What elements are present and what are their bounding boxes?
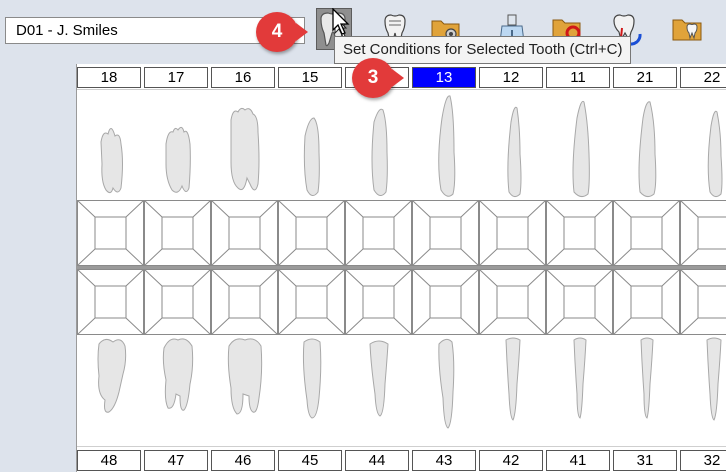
tooth-number-48[interactable]: 48 xyxy=(77,450,141,471)
tooth-number-22[interactable]: 22 xyxy=(680,67,726,88)
tooth-surface-42[interactable] xyxy=(479,269,546,335)
lower-surface-grid xyxy=(77,269,726,335)
tooth-17[interactable] xyxy=(144,92,211,200)
folder-tooth-icon xyxy=(672,19,702,41)
provider-dropdown-value: D01 - J. Smiles xyxy=(16,22,118,39)
tooth-surface-17[interactable] xyxy=(144,200,211,266)
molar-icon xyxy=(99,128,123,194)
tooth-number-47[interactable]: 47 xyxy=(144,450,208,471)
tooth-16[interactable] xyxy=(211,92,278,200)
tooth-number-31[interactable]: 31 xyxy=(613,450,677,471)
tooth-number-16[interactable]: 16 xyxy=(211,67,275,88)
tooth-46[interactable] xyxy=(211,336,278,444)
folder-tooth-button[interactable] xyxy=(670,8,706,50)
tooth-number-13[interactable]: 13 xyxy=(412,67,476,88)
canine-icon xyxy=(437,338,454,429)
tooth-surface-12[interactable] xyxy=(479,200,546,266)
molar-icon xyxy=(230,107,259,191)
tooth-number-42[interactable]: 42 xyxy=(479,450,543,471)
tooth-11[interactable] xyxy=(546,92,613,200)
tooth-surface-16[interactable] xyxy=(211,200,278,266)
tooth-41[interactable] xyxy=(546,336,613,444)
divider xyxy=(77,89,726,90)
premolar-icon xyxy=(302,338,321,419)
tooth-surface-45[interactable] xyxy=(278,269,345,335)
tooth-number-45[interactable]: 45 xyxy=(278,450,342,471)
callout-pointer xyxy=(392,69,404,87)
tooth-surface-14[interactable] xyxy=(345,200,412,266)
tooth-surface-22[interactable] xyxy=(680,200,726,266)
incisor-icon xyxy=(572,100,590,198)
tooth-14[interactable] xyxy=(345,92,412,200)
tooth-number-17[interactable]: 17 xyxy=(144,67,208,88)
tooth-45[interactable] xyxy=(278,336,345,444)
incisor-icon xyxy=(638,101,656,198)
tooth-number-44[interactable]: 44 xyxy=(345,450,409,471)
tooth-number-32[interactable]: 32 xyxy=(680,450,726,471)
tooth-surface-31[interactable] xyxy=(613,269,680,335)
tooth-surface-21[interactable] xyxy=(613,200,680,266)
premolar-icon xyxy=(303,117,320,196)
step-callout-4: 4 xyxy=(256,12,308,52)
tooth-43[interactable] xyxy=(412,336,479,444)
tooth-surface-15[interactable] xyxy=(278,200,345,266)
tooth-number-15[interactable]: 15 xyxy=(278,67,342,88)
molar-icon xyxy=(97,338,126,413)
tooth-32[interactable] xyxy=(680,336,726,444)
tooth-surface-47[interactable] xyxy=(144,269,211,335)
molar-icon xyxy=(165,126,191,193)
tooth-15[interactable] xyxy=(278,92,345,200)
upper-surface-grid xyxy=(77,200,726,266)
tooth-42[interactable] xyxy=(479,336,546,444)
tooth-surface-43[interactable] xyxy=(412,269,479,335)
tooth-surface-44[interactable] xyxy=(345,269,412,335)
tooth-21[interactable] xyxy=(613,92,680,200)
step-callout-3: 3 xyxy=(352,58,404,98)
tooth-surface-32[interactable] xyxy=(680,269,726,335)
tooth-chart: 18 17 16 15 14 13 12 11 21 22 xyxy=(76,64,726,472)
tooth-surface-46[interactable] xyxy=(211,269,278,335)
tooth-number-11[interactable]: 11 xyxy=(546,67,610,88)
tooth-number-18[interactable]: 18 xyxy=(77,67,141,88)
incisor-icon xyxy=(572,337,587,419)
incisor-icon xyxy=(506,106,521,198)
incisor-icon xyxy=(707,110,722,198)
incisor-icon xyxy=(639,337,654,419)
callout-label: 4 xyxy=(271,21,283,42)
incisor-icon xyxy=(504,337,521,421)
tooth-47[interactable] xyxy=(144,336,211,444)
tooth-number-12[interactable]: 12 xyxy=(479,67,543,88)
tooth-surface-41[interactable] xyxy=(546,269,613,335)
canine-icon xyxy=(437,95,455,197)
tooth-surface-48[interactable] xyxy=(77,269,144,335)
cursor-arrow-icon xyxy=(332,8,350,35)
tooth-31[interactable] xyxy=(613,336,680,444)
callout-pointer xyxy=(296,23,308,41)
incisor-icon xyxy=(705,337,722,421)
tooth-surface-13[interactable] xyxy=(412,200,479,266)
tooth-44[interactable] xyxy=(345,336,412,444)
tooth-number-43[interactable]: 43 xyxy=(412,450,476,471)
divider xyxy=(77,446,726,447)
upper-teeth-row xyxy=(77,92,726,200)
molar-icon xyxy=(162,338,193,411)
premolar-icon xyxy=(368,340,389,417)
tooth-12[interactable] xyxy=(479,92,546,200)
tooth-18[interactable] xyxy=(77,92,144,200)
lower-tooth-numbers: 48 47 46 45 44 43 42 41 31 32 xyxy=(77,450,726,472)
molar-icon xyxy=(227,338,262,415)
tooth-number-21[interactable]: 21 xyxy=(613,67,677,88)
premolar-icon xyxy=(371,108,388,196)
callout-label: 3 xyxy=(367,67,379,88)
tooth-48[interactable] xyxy=(77,336,144,444)
tooth-number-46[interactable]: 46 xyxy=(211,450,275,471)
tooth-13[interactable] xyxy=(412,92,479,200)
tooth-surface-11[interactable] xyxy=(546,200,613,266)
tooth-surface-18[interactable] xyxy=(77,200,144,266)
lower-teeth-row xyxy=(77,336,726,444)
tooth-22[interactable] xyxy=(680,92,726,200)
tooth-number-41[interactable]: 41 xyxy=(546,450,610,471)
